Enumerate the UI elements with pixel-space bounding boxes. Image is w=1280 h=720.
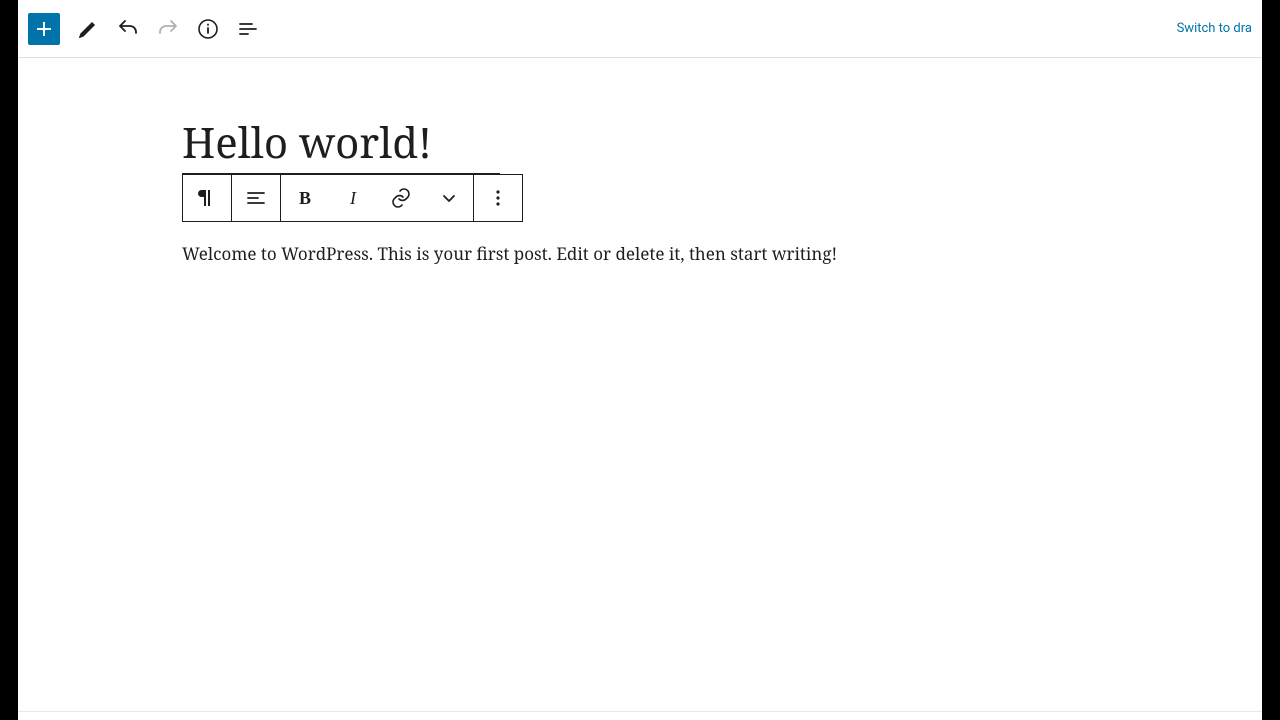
- info-icon: [196, 17, 220, 41]
- outline-button[interactable]: [230, 11, 266, 47]
- italic-button[interactable]: I: [329, 175, 377, 221]
- footer-border: [18, 711, 1262, 712]
- dots-vertical-icon: [486, 186, 510, 210]
- editor-content: Hello world!: [18, 58, 1262, 268]
- title-underline: [182, 173, 500, 174]
- bold-button[interactable]: B: [281, 175, 329, 221]
- link-icon: [389, 186, 413, 210]
- align-button[interactable]: [232, 175, 280, 221]
- paragraph-icon: [195, 186, 219, 210]
- undo-button[interactable]: [110, 11, 146, 47]
- toolbar-right-group: Switch to dra: [1177, 21, 1252, 36]
- plus-icon: [32, 17, 56, 41]
- redo-button[interactable]: [150, 11, 186, 47]
- pencil-icon: [76, 17, 100, 41]
- list-view-icon: [236, 17, 260, 41]
- block-type-button[interactable]: [183, 175, 231, 221]
- toolbar-left-group: [28, 11, 266, 47]
- align-left-icon: [244, 186, 268, 210]
- more-rich-text-button[interactable]: [425, 175, 473, 221]
- switch-to-draft-link[interactable]: Switch to dra: [1177, 21, 1252, 36]
- more-options-button[interactable]: [474, 175, 522, 221]
- post-title[interactable]: Hello world!: [182, 118, 432, 168]
- chevron-down-icon: [437, 186, 461, 210]
- edit-mode-button[interactable]: [70, 11, 106, 47]
- link-button[interactable]: [377, 175, 425, 221]
- post-paragraph[interactable]: Welcome to WordPress. This is your first…: [182, 240, 1262, 267]
- info-button[interactable]: [190, 11, 226, 47]
- undo-icon: [116, 17, 140, 41]
- block-toolbar: B I: [182, 174, 523, 222]
- redo-icon: [156, 17, 180, 41]
- editor-top-toolbar: Switch to dra: [18, 0, 1262, 58]
- add-block-button[interactable]: [28, 13, 60, 45]
